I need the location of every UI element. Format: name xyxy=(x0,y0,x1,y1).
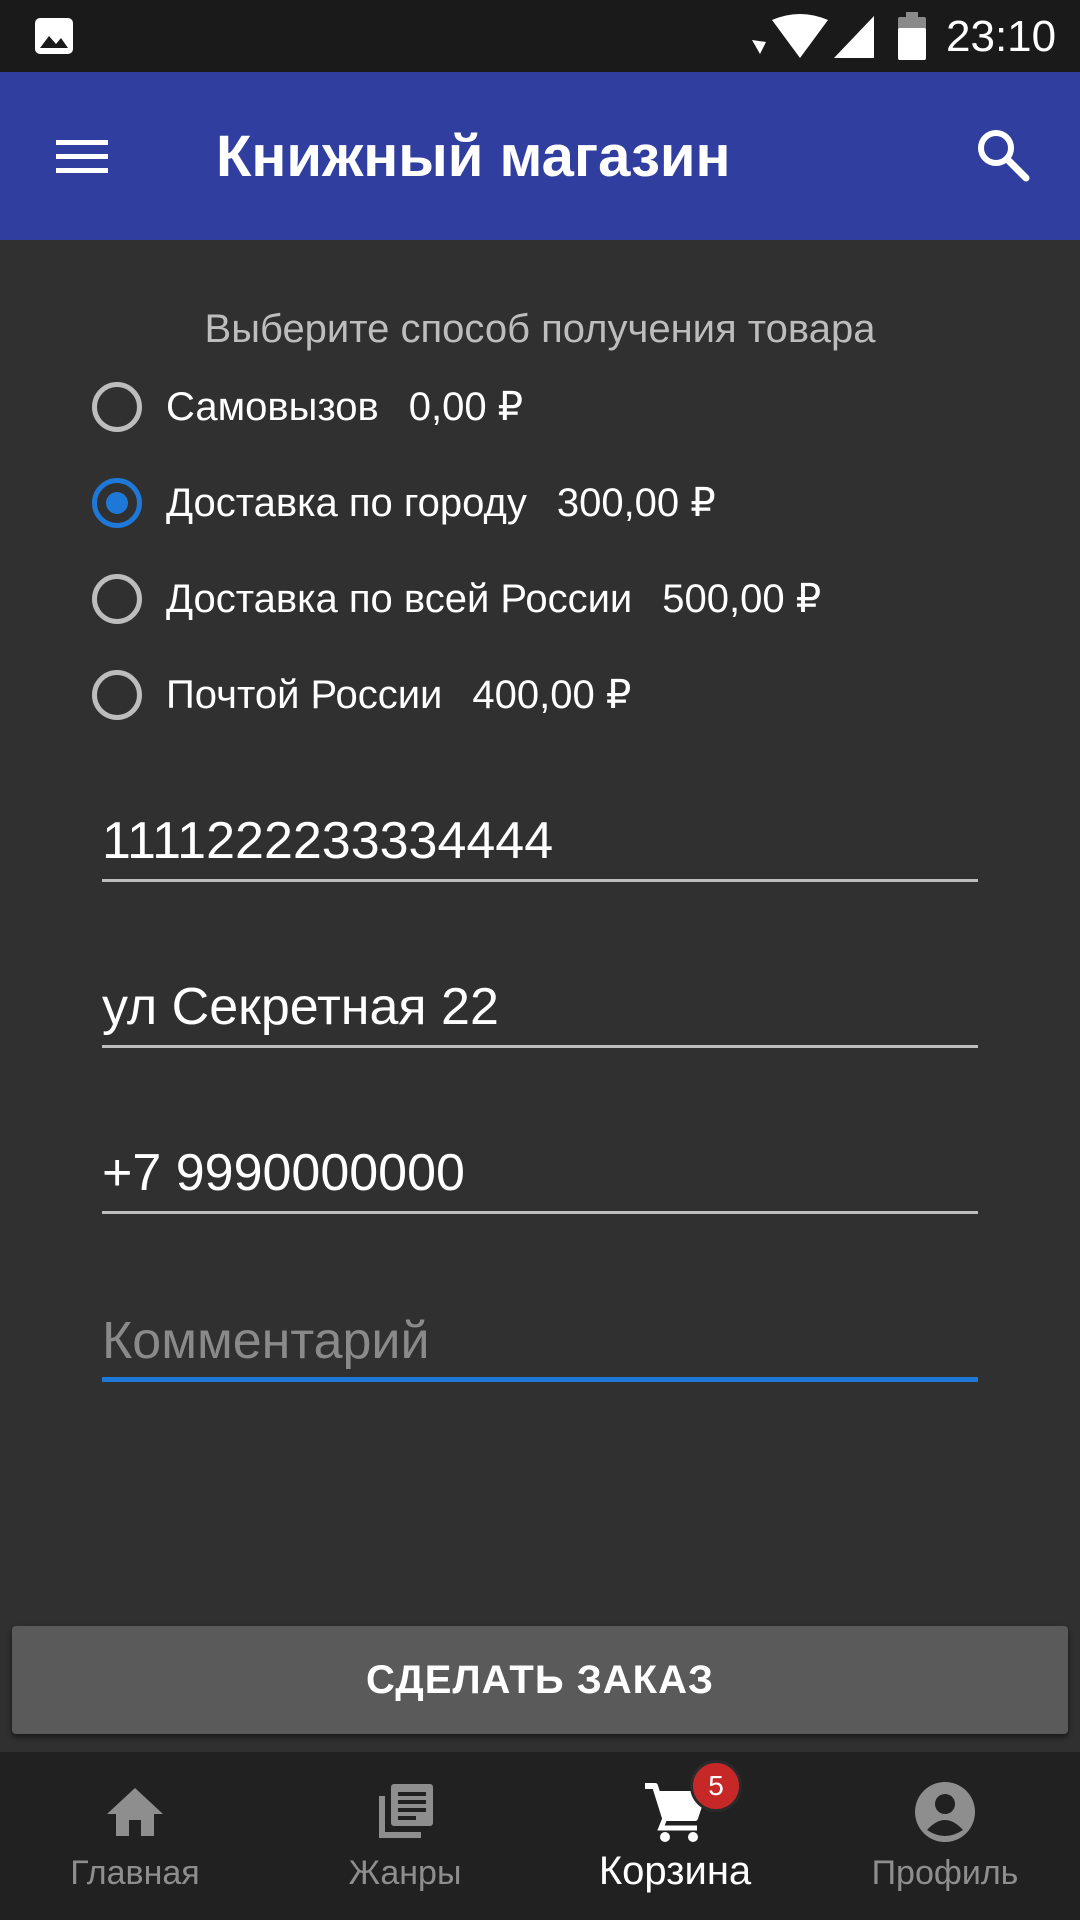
address-value: ул Секретная 22 xyxy=(102,978,499,1036)
signal-icon xyxy=(834,16,874,58)
phone-field[interactable]: +7 9990000000 xyxy=(102,1134,978,1214)
nav-item-cart[interactable]: 5 Корзина xyxy=(540,1752,810,1920)
card-number-field[interactable]: 1111222233334444 xyxy=(102,802,978,882)
delivery-option-label: Самовызов xyxy=(166,385,379,429)
delivery-option-city[interactable]: Доставка по городу 300,00 ₽ xyxy=(92,468,992,538)
nav-label: Жанры xyxy=(348,1854,462,1892)
nav-item-genres[interactable]: Жанры xyxy=(270,1752,540,1920)
radio-button[interactable] xyxy=(92,670,142,720)
nav-item-profile[interactable]: Профиль xyxy=(810,1752,1080,1920)
menu-icon[interactable] xyxy=(52,128,112,184)
delivery-option-label: Почтой России xyxy=(166,673,443,717)
comment-field[interactable]: Комментарий xyxy=(102,1302,978,1382)
place-order-label: СДЕЛАТЬ ЗАКАЗ xyxy=(365,1657,715,1702)
delivery-option-label: Доставка по всей России xyxy=(166,577,633,621)
status-time: 23:10 xyxy=(946,12,1057,61)
screen: 23:10 Книжный магазин Выберите способ по… xyxy=(0,0,1080,1920)
search-icon[interactable] xyxy=(972,124,1036,188)
phone-value: +7 9990000000 xyxy=(102,1144,465,1202)
nav-label: Корзина xyxy=(598,1849,752,1893)
delivery-option-price: 500,00 ₽ xyxy=(662,577,822,621)
nav-label: Профиль xyxy=(871,1854,1019,1892)
status-bar: 23:10 xyxy=(0,0,1080,72)
radio-button-checked[interactable] xyxy=(92,478,142,528)
home-icon xyxy=(107,1788,163,1836)
cart-count-badge: 5 xyxy=(690,1760,742,1812)
wifi-icon xyxy=(752,14,828,58)
delivery-option-price: 0,00 ₽ xyxy=(408,385,524,429)
nav-label: Главная xyxy=(70,1854,200,1892)
library-icon xyxy=(379,1784,433,1838)
battery-icon xyxy=(898,12,926,60)
account-icon xyxy=(915,1782,975,1842)
radio-button[interactable] xyxy=(92,574,142,624)
comment-placeholder: Комментарий xyxy=(102,1312,430,1370)
address-field[interactable]: ул Секретная 22 xyxy=(102,968,978,1048)
nav-item-home[interactable]: Главная xyxy=(0,1752,270,1920)
delivery-option-pickup[interactable]: Самовызов 0,00 ₽ xyxy=(92,372,992,442)
delivery-option-russia[interactable]: Доставка по всей России 500,00 ₽ xyxy=(92,564,992,634)
delivery-option-post[interactable]: Почтой России 400,00 ₽ xyxy=(92,660,992,730)
bottom-nav: Главная Жанры 5 Корзина Профиль xyxy=(0,1752,1080,1920)
delivery-heading: Выберите способ получения товара xyxy=(204,307,876,351)
delivery-option-label: Доставка по городу xyxy=(166,481,527,525)
radio-button[interactable] xyxy=(92,382,142,432)
card-number-value: 1111222233334444 xyxy=(102,812,554,870)
delivery-option-price: 300,00 ₽ xyxy=(556,481,716,525)
delivery-option-price: 400,00 ₽ xyxy=(472,673,632,717)
gallery-icon xyxy=(35,18,73,54)
page-title: Книжный магазин xyxy=(216,124,731,189)
app-bar: Книжный магазин xyxy=(0,72,1080,240)
place-order-button[interactable]: СДЕЛАТЬ ЗАКАЗ xyxy=(12,1626,1068,1734)
